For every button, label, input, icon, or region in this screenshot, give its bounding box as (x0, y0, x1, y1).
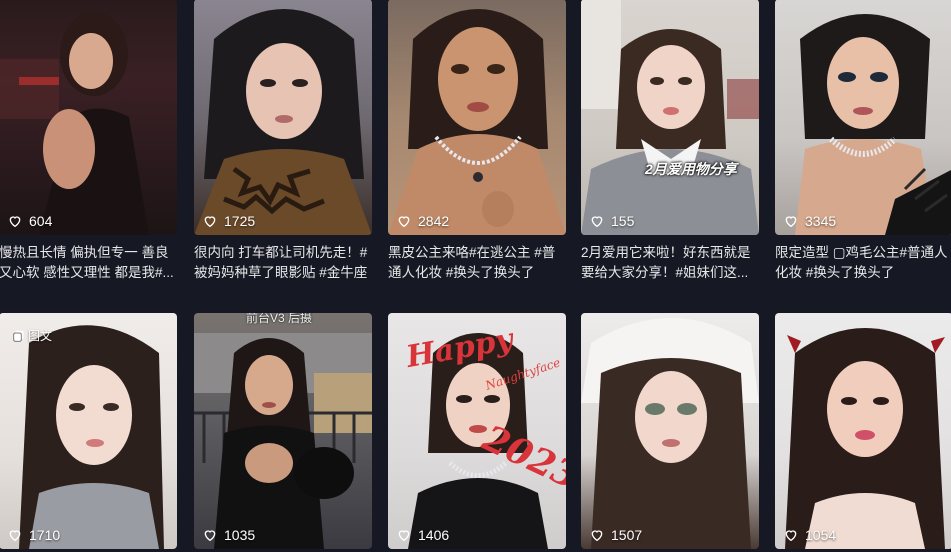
like-count: 155 (589, 213, 634, 229)
heart-outline-icon (398, 530, 410, 542)
like-count-value: 1507 (611, 527, 643, 543)
like-count: 1406 (396, 527, 449, 543)
video-caption[interactable]: 黑皮公主来咯#在逃公主 #普通人化妆 #换头了换头了 (388, 243, 566, 283)
image-text-badge: 图文 (13, 327, 52, 344)
like-count-value: 1725 (224, 213, 256, 229)
like-count-value: 1054 (805, 527, 837, 543)
portrait-image (194, 333, 372, 549)
video-thumbnail[interactable]: 前台V3 后摄 1035 (194, 313, 372, 549)
video-thumbnail[interactable]: 图文 1710 (0, 313, 177, 549)
like-count: 1725 (202, 213, 255, 229)
video-card-1[interactable]: 604 慢热且长情 偏执但专一 善良又心软 感性又理性 都是我#... (0, 0, 177, 283)
video-card-8[interactable]: Happy Naughtyface 2023. 1406 (388, 313, 566, 549)
heart-outline-icon (785, 530, 797, 542)
image-text-icon (13, 330, 24, 342)
video-caption[interactable]: 2月爱用它来啦！好东西就是要给大家分享！#姐妹们这... (581, 243, 759, 283)
like-count-value: 1406 (418, 527, 450, 543)
heart-outline-icon (398, 216, 410, 228)
like-count: 3345 (783, 213, 836, 229)
heart-outline-icon (9, 216, 21, 228)
like-count: 1507 (589, 527, 642, 543)
video-caption[interactable]: 限定造型 ▢鸡毛公主#普通人化妆 #换头了换头了 (775, 243, 951, 283)
video-card-4[interactable]: 2月爱用物分享 155 2月爱用它来啦！好东西就是要给大家分享！#姐妹们这... (581, 0, 759, 283)
like-count: 2842 (396, 213, 449, 229)
portrait-image (785, 328, 945, 549)
video-thumbnail[interactable]: Happy Naughtyface 2023. 1406 (388, 313, 566, 549)
video-thumbnail[interactable]: 2月爱用物分享 155 (581, 0, 759, 235)
heart-outline-icon (9, 530, 21, 542)
portrait-image (581, 318, 759, 549)
heart-outline-icon (204, 530, 216, 542)
video-thumbnail[interactable]: 1725 (194, 0, 372, 235)
video-overlay-text: 前台V3 后摄 (246, 313, 313, 325)
video-thumbnail[interactable]: 1507 (581, 313, 759, 549)
video-card-9[interactable]: 1507 (581, 313, 759, 549)
heart-outline-icon (591, 530, 603, 542)
like-count-value: 2842 (418, 213, 450, 229)
like-count-value: 604 (29, 213, 53, 229)
like-count-value: 3345 (805, 213, 837, 229)
like-count-value: 1710 (29, 527, 61, 543)
video-grid: 604 慢热且长情 偏执但专一 善良又心软 感性又理性 都是我#... 1725 (0, 0, 951, 552)
like-count-value: 155 (611, 213, 635, 229)
heart-outline-icon (204, 216, 216, 228)
video-caption[interactable]: 慢热且长情 偏执但专一 善良又心软 感性又理性 都是我#... (0, 243, 177, 283)
video-thumbnail[interactable]: 2842 (388, 0, 566, 235)
video-thumbnail[interactable]: 604 (0, 0, 177, 235)
video-card-3[interactable]: 2842 黑皮公主来咯#在逃公主 #普通人化妆 #换头了换头了 (388, 0, 566, 283)
like-count: 1054 (783, 527, 836, 543)
video-card-5[interactable]: 3345 限定造型 ▢鸡毛公主#普通人化妆 #换头了换头了 (775, 0, 951, 283)
like-count-value: 1035 (224, 527, 256, 543)
video-caption[interactable]: 很内向 打车都让司机先走！#被妈妈种草了眼影贴 #金牛座 (194, 243, 372, 283)
portrait-image (0, 12, 149, 235)
video-thumbnail[interactable]: 1054 (775, 313, 951, 549)
video-overlay-text: 2月爱用物分享 (645, 161, 737, 177)
image-text-label: 图文 (28, 329, 53, 343)
like-count: 604 (7, 213, 52, 229)
portrait-image (795, 14, 951, 235)
video-card-2[interactable]: 1725 很内向 打车都让司机先走！#被妈妈种草了眼影贴 #金牛座 (194, 0, 372, 283)
like-count: 1710 (7, 527, 60, 543)
portrait-image (19, 325, 164, 549)
heart-outline-icon (591, 216, 603, 228)
portrait-image (388, 9, 566, 235)
portrait-image (194, 9, 372, 235)
portrait-image (581, 0, 759, 235)
video-card-7[interactable]: 前台V3 后摄 1035 (194, 313, 372, 549)
video-thumbnail[interactable]: 3345 (775, 0, 951, 235)
like-count: 1035 (202, 527, 255, 543)
heart-outline-icon (785, 216, 797, 228)
video-card-6[interactable]: 图文 1710 (0, 313, 177, 549)
video-card-10[interactable]: 1054 (775, 313, 951, 549)
